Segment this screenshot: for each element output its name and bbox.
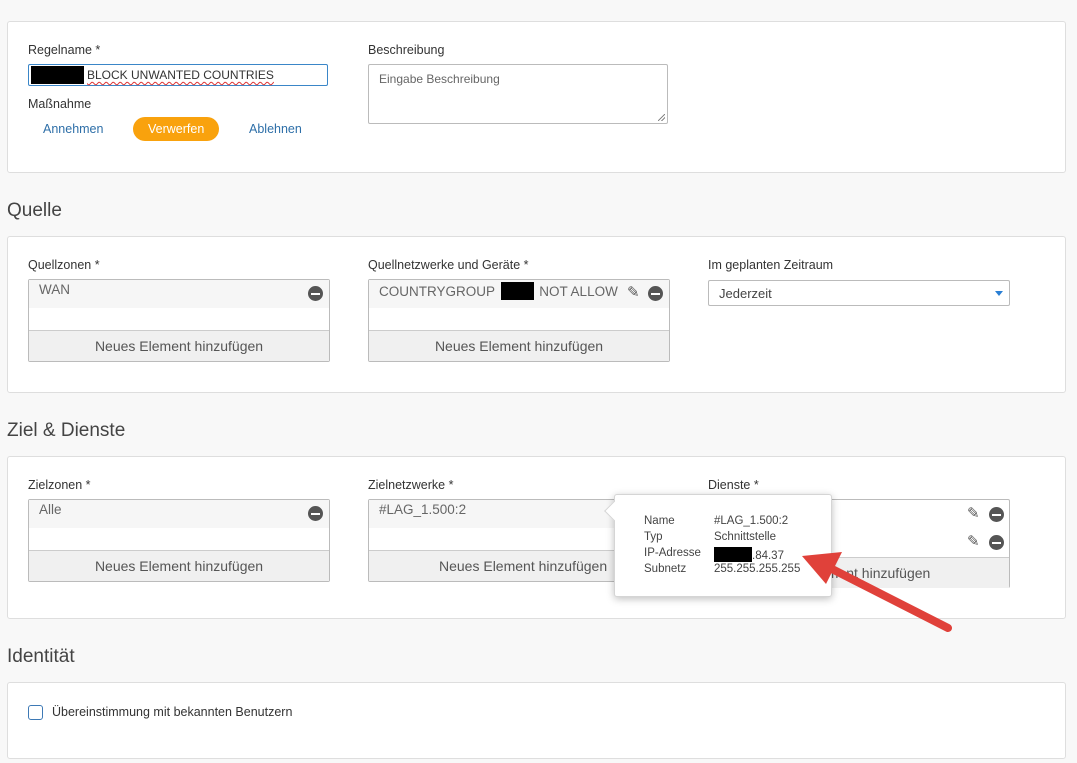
source-networks-label: Quellnetzwerke und Geräte * <box>368 258 529 272</box>
tooltip-value: Schnittstelle <box>714 531 777 543</box>
rule-name-input[interactable]: BLOCK UNWANTED COUNTRIES <box>28 64 328 86</box>
match-users-checkbox[interactable] <box>28 705 43 720</box>
services-label: Dienste * <box>708 478 759 492</box>
list-item: WAN <box>29 280 329 308</box>
action-drop-button[interactable]: Verwerfen <box>133 117 220 141</box>
source-zone-value: WAN <box>39 282 70 297</box>
schedule-value: Jederzeit <box>719 286 772 301</box>
tooltip-key: Typ <box>644 531 663 543</box>
source-networks-add-button[interactable]: Neues Element hinzufügen <box>369 330 669 361</box>
source-zones-list: WAN Neues Element hinzufügen <box>28 279 330 362</box>
dest-networks-label: Zielnetzwerke * <box>368 478 454 492</box>
remove-icon[interactable] <box>989 507 1004 522</box>
tooltip-value: .84.37 <box>714 547 784 562</box>
remove-icon[interactable] <box>648 286 663 301</box>
dest-network-value: #LAG_1.500:2 <box>379 502 467 517</box>
redacted-block <box>31 66 84 84</box>
source-zones-add-button[interactable]: Neues Element hinzufügen <box>29 330 329 361</box>
rule-name-label: Regelname * <box>28 43 101 57</box>
network-details-tooltip: Name #LAG_1.500:2 Typ Schnittstelle IP-A… <box>604 494 832 597</box>
description-label: Beschreibung <box>368 43 445 57</box>
action-accept-button[interactable]: Annehmen <box>43 122 103 136</box>
chevron-down-icon <box>995 291 1003 296</box>
resize-grip-icon[interactable] <box>658 114 665 121</box>
source-network-suffix: NOT ALLOW <box>539 284 618 299</box>
edit-pencil-icon[interactable]: ✎ <box>967 534 983 550</box>
redacted-block <box>714 547 752 562</box>
tooltip-key: IP-Adresse <box>644 547 701 559</box>
rule-name-value: BLOCK UNWANTED COUNTRIES <box>87 68 274 82</box>
list-item: COUNTRYGROUP NOT ALLOW <box>369 280 669 308</box>
destination-section-title: Ziel & Dienste <box>7 420 126 441</box>
remove-icon[interactable] <box>308 286 323 301</box>
list-item: Alle <box>29 500 329 528</box>
tooltip-key: Subnetz <box>644 563 687 575</box>
source-section-title: Quelle <box>7 200 62 221</box>
edit-pencil-icon[interactable]: ✎ <box>627 285 643 301</box>
dest-zone-value: Alle <box>39 502 62 517</box>
tooltip-key: Name <box>644 515 675 527</box>
remove-icon[interactable] <box>308 506 323 521</box>
identity-panel <box>7 682 1066 759</box>
source-networks-list: COUNTRYGROUP NOT ALLOW ✎ Neues Element h… <box>368 279 670 362</box>
source-zones-label: Quellzonen * <box>28 258 100 272</box>
action-label: Maßnahme <box>28 97 92 111</box>
schedule-select[interactable]: Jederzeit <box>708 280 1010 306</box>
edit-pencil-icon[interactable]: ✎ <box>967 506 983 522</box>
source-network-prefix: COUNTRYGROUP <box>379 284 495 299</box>
dest-zones-list: Alle Neues Element hinzufügen <box>28 499 330 582</box>
dest-zones-add-button[interactable]: Neues Element hinzufügen <box>29 550 329 581</box>
services-add-label: ement hinzufügen <box>819 565 931 581</box>
description-placeholder: Eingabe Beschreibung <box>379 72 500 86</box>
identity-section-title: Identität <box>7 646 75 667</box>
tooltip-value: #LAG_1.500:2 <box>714 515 789 527</box>
schedule-label: Im geplanten Zeitraum <box>708 258 834 272</box>
ip-address-suffix: .84.37 <box>752 550 784 562</box>
dest-zones-label: Zielzonen * <box>28 478 91 492</box>
match-users-label: Übereinstimmung mit bekannten Benutzern <box>52 705 293 719</box>
remove-icon[interactable] <box>989 535 1004 550</box>
action-reject-button[interactable]: Ablehnen <box>249 122 302 136</box>
description-textarea[interactable]: Eingabe Beschreibung <box>368 64 668 124</box>
redacted-block <box>500 282 534 300</box>
tooltip-value: 255.255.255.255 <box>714 563 801 575</box>
